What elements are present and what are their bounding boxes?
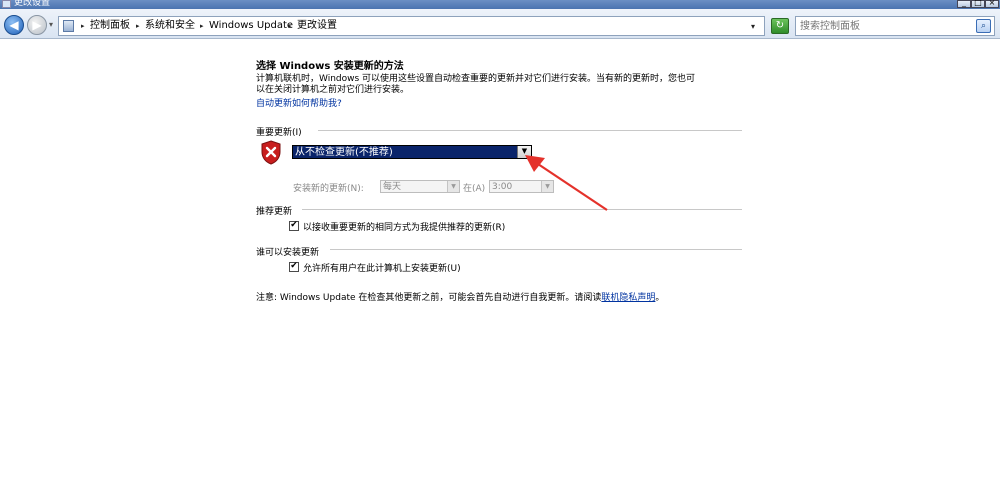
forward-button[interactable]: ▶ [27,15,47,35]
note-suffix: 。 [655,293,665,303]
section-divider [318,130,742,131]
breadcrumb-control-panel[interactable]: 控制面板 [90,20,130,32]
breadcrumb-arrow-icon[interactable]: ▸ [200,21,204,31]
description-line-2: 以在关闭计算机之前对它们进行安装。 [256,85,410,95]
search-icon[interactable]: ⌕ [976,19,991,33]
breadcrumb-arrow-icon[interactable]: ▸ [136,21,140,31]
address-dropdown-icon[interactable]: ▾ [751,22,755,31]
back-arrow-icon: ◀ [9,18,19,32]
checkmark-icon: ✔ [290,220,298,230]
install-day-select[interactable]: 每天 ▼ [380,180,460,193]
page-title: 选择 Windows 安装更新的方法 [256,61,404,72]
refresh-button[interactable]: ↻ [771,18,789,34]
close-icon: × [988,0,996,7]
breadcrumb[interactable]: ▸ 控制面板 ▸ 系统和安全 ▸ Windows Update ▸ 更改设置 ▾ [58,16,765,36]
settings-page: 选择 Windows 安装更新的方法 计算机联机时，Windows 可以使用这些… [0,40,1000,495]
control-panel-icon [63,20,74,32]
search-glyph: ⌕ [980,21,987,31]
breadcrumb-windows-update[interactable]: Windows Update [209,20,293,32]
help-link[interactable]: 自动更新如何帮助我? [256,96,342,109]
note-body: 注意: Windows Update 在检查其他更新之前，可能会首先自动进行自我… [256,293,602,303]
close-button[interactable]: × [985,0,999,8]
install-at-label: 在(A) [463,184,486,194]
maximize-icon: □ [974,0,982,7]
allow-all-users-checkbox[interactable]: ✔ [289,261,299,272]
window-titlebar: 更改设置 _ □ × [0,0,1000,9]
search-box[interactable]: ⌕ [795,16,995,36]
who-can-install-title: 谁可以安装更新 [256,248,320,258]
breadcrumb-arrow-icon: ▸ [81,22,85,30]
install-new-updates-label: 安装新的更新(N): [293,184,364,194]
search-input[interactable] [800,20,970,33]
red-annotation-arrow-icon [525,155,608,211]
recommended-updates-title: 推荐更新 [256,207,293,217]
allow-all-users-label[interactable]: 允许所有用户在此计算机上安装更新(U) [303,261,461,274]
checkmark-icon: ✔ [290,261,298,271]
breadcrumb-change-settings[interactable]: 更改设置 [297,20,337,32]
recent-pages-dropdown-icon[interactable]: ▾ [49,20,53,29]
note-text: 注意: Windows Update 在检查其他更新之前，可能会首先自动进行自我… [256,290,664,303]
minimize-icon: _ [962,0,966,7]
privacy-statement-link[interactable]: 联机隐私声明 [601,293,655,303]
breadcrumb-arrow-icon[interactable]: ▸ [288,21,292,31]
security-shield-icon [261,140,281,165]
maximize-button[interactable]: □ [971,0,985,8]
section-divider [330,249,742,250]
minimize-button[interactable]: _ [957,0,971,8]
address-bar: ◀ ▶ ▾ ▸ 控制面板 ▸ 系统和安全 ▸ Windows Update ▸ … [0,9,1000,39]
refresh-icon: ↻ [775,20,785,31]
install-day-dropdown-button[interactable]: ▼ [447,181,459,192]
update-method-value: 从不检查更新(不推荐) [295,147,393,158]
forward-arrow-icon: ▶ [32,18,42,32]
install-time-value: 3:00 [492,182,513,192]
recommended-updates-checkbox[interactable]: ✔ [289,220,299,231]
update-method-select[interactable]: 从不检查更新(不推荐) ▼ [292,145,532,159]
window-title: 更改设置 [14,0,51,8]
install-day-value: 每天 [383,182,402,192]
recommended-updates-label[interactable]: 以接收重要更新的相同方式为我提供推荐的更新(R) [303,220,505,233]
window-icon [2,0,11,8]
breadcrumb-system-security[interactable]: 系统和安全 [145,20,195,32]
important-updates-title: 重要更新(I) [256,128,302,138]
back-button[interactable]: ◀ [4,15,24,35]
chevron-down-icon: ▼ [451,183,456,190]
